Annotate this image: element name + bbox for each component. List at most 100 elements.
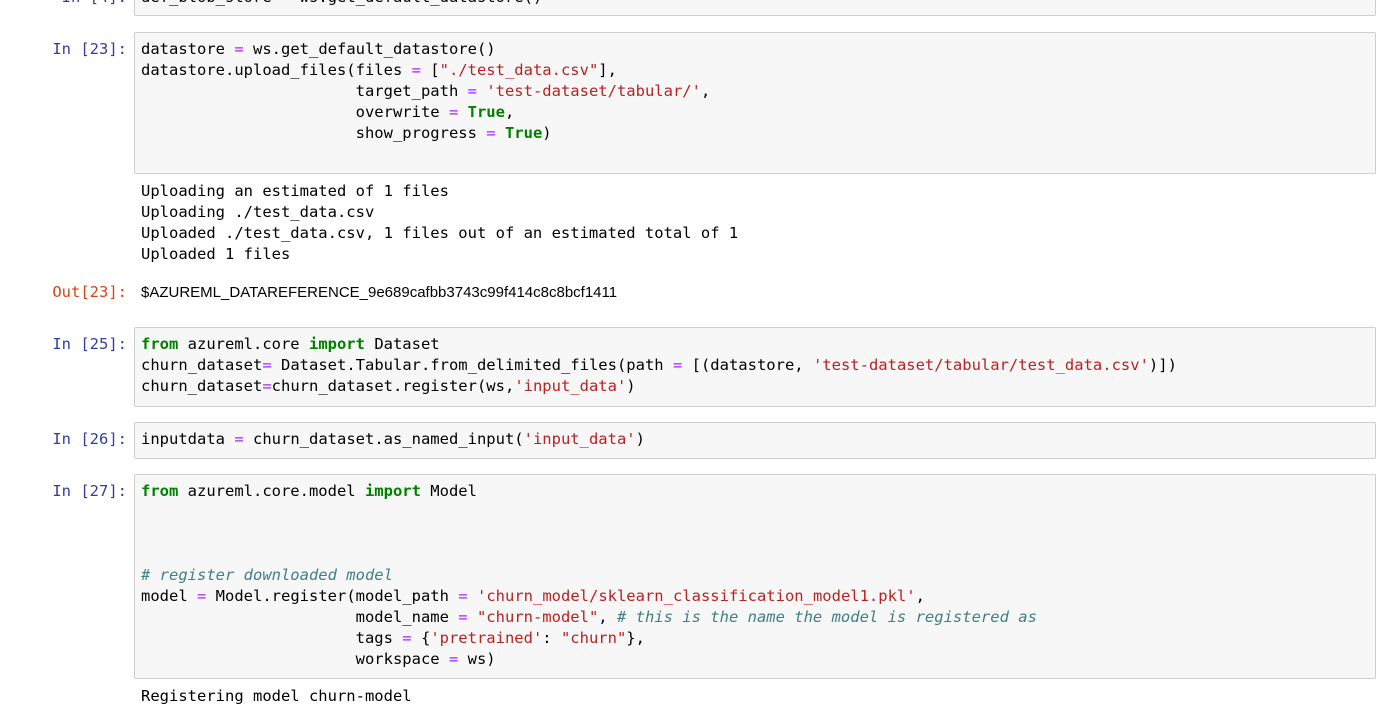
code-editor[interactable]: datastore = ws.get_default_datastore() d… [141, 39, 710, 144]
code-comment: # register downloaded model [141, 566, 393, 584]
code-token: tags [141, 629, 403, 647]
code-line: target_path = 'test-dataset/tabular/', [141, 82, 711, 100]
code-line: churn_dataset= Dataset.Tabular.from_deli… [141, 356, 1177, 374]
stdout-output: Registering model churn-model [141, 686, 412, 707]
output-line: Uploading an estimated of 1 files [141, 182, 449, 200]
code-token: overwrite [141, 103, 449, 121]
code-string: 'test-dataset/tabular/' [486, 82, 701, 100]
code-comment: # this is the name the model is register… [616, 608, 1037, 626]
code-operator: = [672, 356, 683, 374]
output-result: $AZUREML_DATAREFERENCE_9e689cafbb3743c99… [141, 284, 618, 301]
code-token: [(datastore, [682, 356, 813, 374]
code-token: , [700, 82, 711, 100]
code-token: : [542, 629, 561, 647]
code-editor[interactable]: inputdata = churn_dataset.as_named_input… [141, 429, 645, 450]
code-token: churn_dataset [141, 356, 263, 374]
code-token: , [915, 587, 925, 605]
code-token: , [504, 103, 515, 121]
notebook: In [4]: def_blob_store = ws.get_default_… [0, 0, 1390, 708]
code-line: model = Model.register(model_path = 'chu… [141, 587, 925, 605]
code-line: tags = {'pretrained': "churn"}, [141, 629, 645, 647]
code-token: ) [542, 124, 552, 142]
code-keyword: from [141, 335, 179, 353]
code-line: show_progress = True) [141, 124, 552, 142]
code-token: azureml.core.model [178, 482, 365, 500]
code-editor[interactable]: from azureml.core.model import Model # r… [141, 481, 1037, 670]
code-operator: = [448, 103, 459, 121]
code-operator: = [234, 430, 244, 448]
code-line: from azureml.core.model import Model [141, 482, 477, 500]
code-line: # register downloaded model [141, 566, 393, 584]
code-keyword: import [364, 482, 421, 500]
code-token: ) [626, 377, 636, 395]
code-keyword: import [308, 335, 365, 353]
code-token: churn_dataset [141, 377, 263, 395]
code-token: Model [420, 482, 477, 500]
code-keyword: True [504, 124, 543, 142]
code-operator: = [467, 82, 477, 100]
code-operator: = [281, 0, 290, 6]
input-prompt: In [23]: [52, 40, 127, 58]
code-token: churn_dataset.as_named_input( [243, 430, 524, 448]
output-line: Uploaded 1 files [141, 245, 291, 263]
code-line: datastore.upload_files(files = ["./test_… [141, 61, 617, 79]
code-string: 'pretrained' [430, 629, 543, 647]
code-token: , [598, 608, 617, 626]
input-prompt: In [27]: [52, 482, 127, 500]
code-token: show_progress [141, 124, 487, 142]
code-token: inputdata [141, 430, 235, 448]
code-string: "./test_data.csv" [439, 61, 599, 79]
code-operator: = [234, 40, 244, 58]
code-operator: = [458, 608, 468, 626]
input-prompt: In [26]: [52, 430, 127, 448]
input-prompt: In [4]: [0, 0, 127, 8]
code-operator: = [402, 629, 412, 647]
code-token: model_name [141, 608, 459, 626]
code-string: 'input_data' [523, 430, 636, 448]
code-token: workspace [141, 650, 449, 668]
stdout-output: Uploading an estimated of 1 files Upload… [141, 181, 738, 265]
code-token: Model.register(model_path [206, 587, 459, 605]
code-token: ) [635, 430, 645, 448]
code-token: churn_dataset.register(ws, [271, 377, 515, 395]
code-token: }, [626, 629, 645, 647]
code-line: overwrite = True, [141, 103, 515, 121]
code-line: from azureml.core import Dataset [141, 335, 440, 353]
code-operator: = [458, 587, 468, 605]
code-keyword: from [141, 482, 179, 500]
code-token: datastore.upload_files(files [141, 61, 412, 79]
code-token: ], [598, 61, 617, 79]
code-token: ws.get_default_datastore() [243, 40, 496, 58]
code-token: Dataset [364, 335, 440, 353]
code-token: target_path [141, 82, 468, 100]
code-string: 'input_data' [514, 377, 627, 395]
code-token: datastore [141, 40, 235, 58]
input-prompt: In [25]: [52, 335, 127, 353]
code-token: Dataset.Tabular.from_delimited_files(pat… [271, 356, 673, 374]
output-prompt: Out[23]: [52, 283, 127, 301]
code-operator: = [262, 377, 272, 395]
code-string: "churn" [560, 629, 627, 647]
code-token: model [141, 587, 197, 605]
code-editor[interactable]: from azureml.core import Dataset churn_d… [141, 334, 1177, 397]
code-string: "churn-model" [476, 608, 599, 626]
code-string: 'test-dataset/tabular/test_data.csv' [812, 356, 1149, 374]
output-line: Uploading ./test_data.csv [141, 203, 375, 221]
code-operator: = [197, 587, 207, 605]
code-line: churn_dataset=churn_dataset.register(ws,… [141, 377, 636, 395]
code-line: workspace = ws) [141, 650, 496, 668]
code-token: def_blob_store [141, 0, 281, 6]
code-editor[interactable]: def_blob_store = ws.get_default_datastor… [141, 0, 542, 8]
code-operator: = [411, 61, 421, 79]
code-line: model_name = "churn-model", # this is th… [141, 608, 1037, 626]
code-keyword: True [467, 103, 505, 121]
code-operator: = [262, 356, 272, 374]
code-token: { [411, 629, 431, 647]
code-token: [ [420, 61, 440, 79]
code-token: )]) [1148, 356, 1177, 374]
